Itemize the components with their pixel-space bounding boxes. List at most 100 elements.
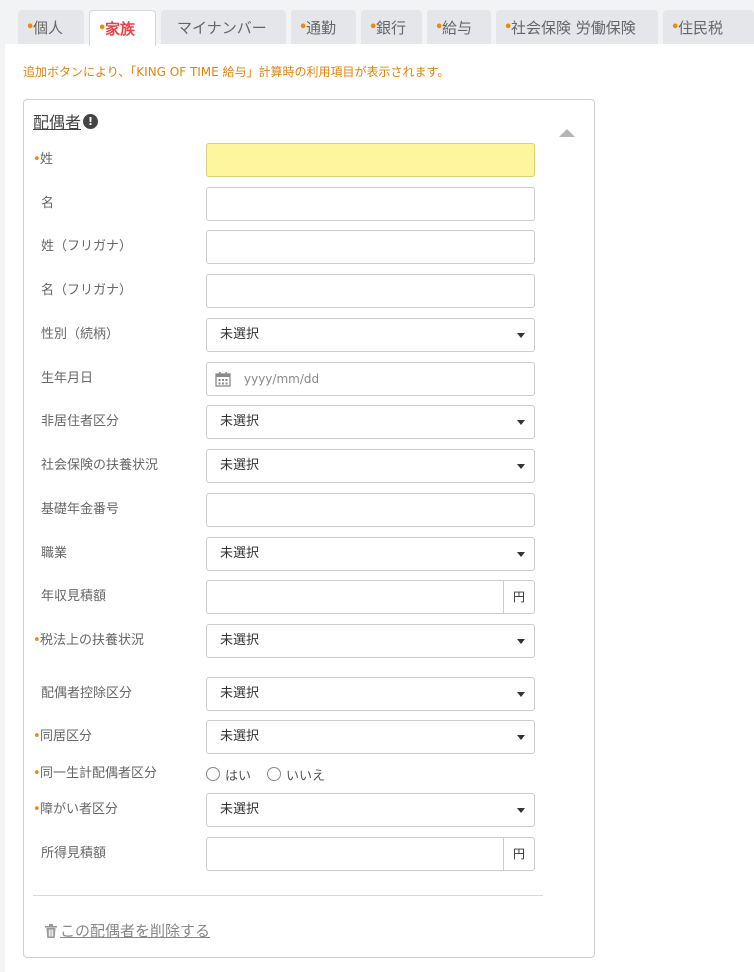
- required-dot: •: [33, 633, 41, 648]
- row-birthdate: 生年月日 yyyy/mm/dd: [24, 362, 594, 396]
- chevron-down-icon: [517, 333, 525, 338]
- tab-label: 給与: [442, 18, 473, 37]
- field-label: 名: [41, 196, 55, 211]
- tab-my-number[interactable]: マイナンバー: [161, 10, 286, 44]
- unit-addon: 円: [503, 838, 534, 870]
- tab-label: マイナンバー: [177, 18, 267, 37]
- required-dot: •: [299, 19, 308, 35]
- occupation-select[interactable]: 未選択: [206, 537, 535, 571]
- pension-number-input[interactable]: [206, 493, 535, 527]
- radio-label: はい: [225, 768, 252, 784]
- field-label: 社会保険の扶養状況: [41, 458, 159, 473]
- social-dependent-select[interactable]: 未選択: [206, 449, 535, 483]
- field-label: 職業: [41, 546, 68, 561]
- row-last-name: •姓: [24, 143, 594, 177]
- tab-label: 通勤: [306, 18, 337, 37]
- chevron-down-icon: [517, 692, 525, 697]
- delete-label: この配偶者を削除する: [60, 922, 211, 940]
- last-name-input[interactable]: [206, 143, 535, 177]
- radio-yes[interactable]: はい: [206, 765, 251, 784]
- date-placeholder: yyyy/mm/dd: [244, 372, 320, 386]
- spouse-deduction-select[interactable]: 未選択: [206, 677, 535, 711]
- unit-addon: 円: [503, 581, 534, 613]
- required-dot: •: [671, 19, 680, 35]
- select-value: 未選択: [220, 327, 260, 342]
- last-name-kana-input[interactable]: [206, 230, 535, 264]
- required-dot: •: [435, 19, 444, 35]
- tab-resident-tax[interactable]: • 住民税: [663, 10, 754, 44]
- row-annual-income: 年収見積額 円: [24, 580, 594, 614]
- birthdate-input[interactable]: yyyy/mm/dd: [206, 362, 535, 396]
- row-income-estimate: 所得見積額 円: [24, 837, 594, 871]
- trash-icon: [45, 923, 57, 938]
- field-label: 姓（フリガナ）: [41, 239, 133, 254]
- row-pension-number: 基礎年金番号: [24, 493, 594, 527]
- field-label: 基礎年金番号: [41, 502, 120, 517]
- row-occupation: 職業 未選択: [24, 537, 594, 571]
- select-value: 未選択: [220, 458, 260, 473]
- income-estimate-input[interactable]: 円: [206, 837, 535, 871]
- main-panel: 追加ボタンにより、「KING OF TIME 給与」計算時の利用項目が表示されま…: [5, 44, 754, 972]
- field-label: 性別（続柄）: [41, 327, 120, 342]
- radio-label: いいえ: [286, 768, 326, 784]
- tab-commute[interactable]: • 通勤: [291, 10, 356, 44]
- tab-label: 家族: [105, 20, 136, 38]
- radio-circle[interactable]: [206, 767, 220, 781]
- radio-no[interactable]: いいえ: [267, 765, 325, 784]
- tab-bar: • 個人 • 家族 マイナンバー • 通勤 • 銀行 • 給与 • 社会保険 労働保険 • 住…: [18, 10, 754, 46]
- tab-salary[interactable]: • 給与: [427, 10, 491, 44]
- chevron-down-icon: [517, 639, 525, 644]
- tab-family[interactable]: • 家族: [89, 10, 156, 46]
- chevron-down-icon: [517, 420, 525, 425]
- nonresident-select[interactable]: 未選択: [206, 405, 535, 439]
- gender-select[interactable]: 未選択: [206, 318, 535, 352]
- spouse-card: 配偶者 ! •姓 名 姓（フリガナ） 名（フリガナ） 性別（続柄） 未選択 生年…: [23, 99, 595, 958]
- label-text: 姓: [40, 152, 54, 167]
- calendar-icon[interactable]: [215, 371, 231, 387]
- field-label: 名（フリガナ）: [41, 283, 133, 298]
- delete-spouse-link[interactable]: この配偶者を削除する: [45, 920, 210, 941]
- row-nonresident: 非居住者区分 未選択: [24, 405, 594, 439]
- divider: [33, 895, 543, 896]
- tab-personal[interactable]: • 個人: [18, 10, 84, 44]
- field-label: 年収見積額: [41, 589, 107, 604]
- radio-circle[interactable]: [267, 767, 282, 781]
- annual-income-input[interactable]: 円: [206, 580, 535, 614]
- tab-label: 銀行: [376, 18, 407, 37]
- select-value: 未選択: [220, 633, 260, 648]
- select-value: 未選択: [220, 802, 260, 817]
- required-dot: •: [33, 729, 41, 744]
- field-label: 非居住者区分: [41, 414, 120, 429]
- select-value: 未選択: [220, 729, 260, 744]
- same-household-radio-group: はい いいえ: [206, 757, 341, 791]
- chevron-down-icon: [517, 808, 525, 813]
- info-icon[interactable]: !: [83, 113, 99, 129]
- tab-label: 社会保険 労働保険: [511, 18, 636, 37]
- row-same-household: •同一生計配偶者区分 はい いいえ: [24, 757, 594, 791]
- notice-text: 追加ボタンにより、「KING OF TIME 給与」計算時の利用項目が表示されま…: [23, 65, 450, 79]
- collapse-icon[interactable]: [559, 129, 575, 137]
- field-label: •税法上の扶養状況: [33, 624, 144, 658]
- field-label: 生年月日: [41, 371, 94, 386]
- field-label: 所得見積額: [41, 846, 107, 861]
- tab-social-insurance[interactable]: • 社会保険 労働保険: [496, 10, 658, 44]
- card-title: 配偶者 !: [33, 109, 99, 133]
- chevron-down-icon: [517, 464, 525, 469]
- label-text: 税法上の扶養状況: [40, 633, 145, 648]
- required-dot: •: [504, 19, 513, 35]
- first-name-input[interactable]: [206, 187, 535, 221]
- first-name-kana-input[interactable]: [206, 274, 535, 308]
- cohabitation-select[interactable]: 未選択: [206, 720, 535, 754]
- required-dot: •: [33, 802, 41, 817]
- tab-bank[interactable]: • 銀行: [361, 10, 422, 44]
- row-tax-dependent: •税法上の扶養状況 未選択: [24, 624, 594, 658]
- chevron-down-icon: [517, 735, 525, 740]
- required-dot: •: [33, 152, 41, 167]
- row-first-name: 名: [24, 187, 594, 221]
- row-disability: •障がい者区分 未選択: [24, 793, 594, 827]
- tab-label: 住民税: [678, 18, 724, 37]
- tax-dependent-select[interactable]: 未選択: [206, 624, 535, 658]
- disability-select[interactable]: 未選択: [206, 793, 535, 827]
- chevron-down-icon: [517, 552, 525, 557]
- row-social-dependent: 社会保険の扶養状況 未選択: [24, 449, 594, 483]
